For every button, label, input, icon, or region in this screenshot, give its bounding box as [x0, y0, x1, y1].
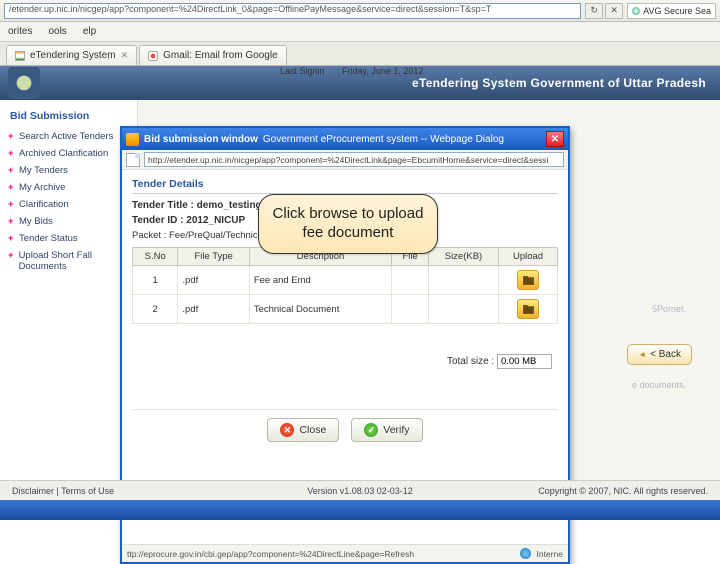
- avg-shield-icon: [632, 7, 640, 15]
- sidebar-item-my-tenders[interactable]: +My Tenders: [0, 162, 137, 179]
- tab-label: Gmail: Email from Google: [163, 50, 277, 61]
- browse-button[interactable]: [517, 270, 539, 290]
- footer-copyright: Copyright © 2007, NIC. All rights reserv…: [538, 486, 708, 496]
- col-size: Size(KB): [428, 248, 498, 266]
- page-icon: [126, 153, 140, 167]
- sidebar-heading: Bid Submission: [0, 106, 137, 128]
- stop-icon[interactable]: ✕: [605, 3, 623, 19]
- instruction-callout: Click browse to upload fee document: [258, 194, 438, 254]
- table-row: 1 .pdf Fee and Emd: [133, 266, 558, 295]
- tab-close-icon[interactable]: ✕: [121, 50, 129, 61]
- dialog-app-icon: [126, 133, 139, 146]
- page-footer: Disclaimer | Terms of Use Version v1.08.…: [0, 480, 720, 500]
- banner-title: eTendering System Government of Uttar Pr…: [412, 76, 706, 90]
- address-nav-buttons: ↻ ✕: [585, 3, 623, 19]
- ghost-text: 5Pornet.: [652, 304, 686, 314]
- sidebar-item-search-active-tenders[interactable]: +Search Active Tenders: [0, 128, 137, 145]
- close-button[interactable]: ✕ Close: [267, 418, 339, 442]
- tab-label: eTendering System: [30, 50, 116, 61]
- internet-zone-label: Interne: [537, 549, 563, 559]
- sidebar-item-archived-clarification[interactable]: +Archived Clarification: [0, 145, 137, 162]
- tab-etendering[interactable]: eTendering System ✕: [6, 45, 137, 65]
- browser-menu-bar: orites ools elp: [0, 22, 720, 42]
- table-row: 2 .pdf Technical Document: [133, 295, 558, 324]
- menu-help[interactable]: elp: [83, 26, 96, 37]
- tender-details-heading: Tender Details: [132, 178, 558, 194]
- dialog-title-secondary: Government eProcurement system -- Webpag…: [263, 134, 504, 145]
- check-circle-icon: ✓: [364, 423, 378, 437]
- col-upload: Upload: [499, 248, 558, 266]
- dialog-button-row: ✕ Close ✓ Verify: [132, 409, 558, 448]
- dialog-url-input[interactable]: [144, 152, 564, 167]
- internet-zone-icon: [520, 548, 531, 559]
- last-signin: Last Signin : Friday, June 1, 2012: [280, 66, 423, 76]
- browser-address-bar: /etender.up.nic.in/nicgep/app?component=…: [0, 0, 720, 22]
- documents-table: S.No File Type Description File Size(KB)…: [132, 247, 558, 324]
- dialog-status-bar: ttp://eprocure.gov.in/cbi.gep/app?compon…: [122, 544, 568, 562]
- footer-version: Version v1.08.03 02-03-12: [307, 486, 413, 496]
- dialog-title-primary: Bid submission window: [144, 134, 258, 145]
- col-sno: S.No: [133, 248, 178, 266]
- dialog-url-bar: [122, 150, 568, 170]
- avg-secure-badge[interactable]: AVG Secure Sea: [627, 3, 716, 19]
- favicon-india-icon: [15, 51, 25, 61]
- menu-tools[interactable]: ools: [48, 26, 66, 37]
- verify-button[interactable]: ✓ Verify: [351, 418, 422, 442]
- avg-label: AVG Secure Sea: [643, 6, 711, 16]
- browser-tabs: eTendering System ✕ Gmail: Email from Go…: [0, 42, 720, 66]
- address-input[interactable]: /etender.up.nic.in/nicgep/app?component=…: [4, 3, 581, 19]
- page-content: Last Signin : Friday, June 1, 2012 eTend…: [0, 66, 720, 520]
- sidebar-item-my-bids[interactable]: +My Bids: [0, 213, 137, 230]
- banner-emblem-area: [8, 66, 138, 100]
- back-button[interactable]: < Back: [627, 344, 692, 365]
- sidebar-item-tender-status[interactable]: +Tender Status: [0, 230, 137, 247]
- tab-gmail[interactable]: Gmail: Email from Google: [139, 45, 286, 65]
- col-filetype: File Type: [178, 248, 249, 266]
- total-size-field: [497, 354, 552, 369]
- close-circle-icon: ✕: [280, 423, 294, 437]
- refresh-icon[interactable]: ↻: [585, 3, 603, 19]
- dialog-titlebar[interactable]: Bid submission window Government eProcur…: [122, 128, 568, 150]
- sidebar-item-clarification[interactable]: +Clarification: [0, 196, 137, 213]
- windows-taskbar[interactable]: [0, 500, 720, 520]
- up-govt-emblem-icon: [8, 67, 40, 99]
- ghost-text: e documents.: [632, 380, 686, 390]
- favicon-gmail-icon: [148, 51, 158, 61]
- browse-button[interactable]: [517, 299, 539, 319]
- total-size-row: Total size :: [132, 354, 558, 369]
- menu-favorites[interactable]: orites: [8, 26, 32, 37]
- dialog-close-icon[interactable]: ✕: [546, 131, 564, 147]
- dialog-status-url: ttp://eprocure.gov.in/cbi.gep/app?compon…: [127, 549, 414, 559]
- footer-links[interactable]: Disclaimer | Terms of Use: [12, 486, 114, 496]
- sidebar-item-my-archive[interactable]: +My Archive: [0, 179, 137, 196]
- sidebar: Bid Submission +Search Active Tenders +A…: [0, 100, 138, 480]
- sidebar-item-upload-shortfall-documents[interactable]: +Upload Short Fall Documents: [0, 247, 137, 275]
